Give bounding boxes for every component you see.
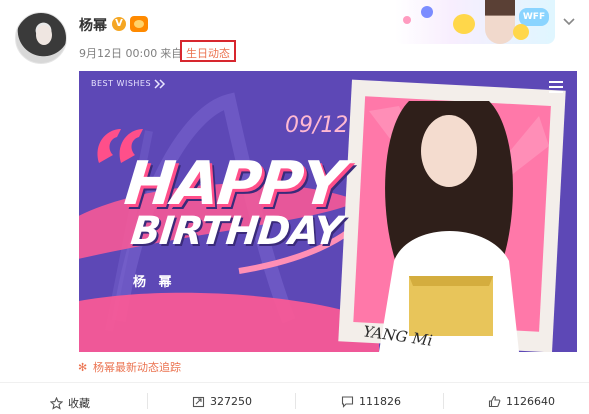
user-name[interactable]: 杨幂 xyxy=(79,15,107,35)
comment-button[interactable]: 111826 xyxy=(341,395,401,408)
decoration-badge: WFF xyxy=(519,8,549,26)
repost-icon xyxy=(192,395,205,408)
like-count: 1126640 xyxy=(506,395,555,408)
chevron-down-icon[interactable] xyxy=(562,14,576,28)
source-prefix: 来自 xyxy=(160,47,183,60)
flower-icon: ✻ xyxy=(78,361,88,374)
verified-badge-icon: V xyxy=(112,17,126,31)
thumbs-up-icon xyxy=(488,395,501,408)
related-topic-link[interactable]: ✻ 杨幂最新动态追踪 xyxy=(78,359,181,375)
source-link[interactable]: 生日动态 xyxy=(180,40,236,62)
card-decoration[interactable]: WFF xyxy=(395,0,555,44)
repost-count: 327250 xyxy=(210,395,252,408)
avatar[interactable] xyxy=(15,12,67,64)
comment-count: 111826 xyxy=(359,395,401,408)
vip-badge-icon xyxy=(130,16,148,32)
favorite-label: 收藏 xyxy=(68,397,90,410)
birthday-banner-image[interactable]: BEST WISHES 09/12 HAPPY BIRTHDAY 杨 幂 YAN… xyxy=(79,71,577,352)
banner-header-text: BEST WISHES xyxy=(91,79,152,88)
post-meta: 9月12日 00:00 来自 xyxy=(79,45,182,61)
divider xyxy=(0,382,589,383)
favorite-button[interactable]: 收藏 xyxy=(50,395,90,411)
banner-name: 杨 幂 xyxy=(133,275,176,290)
like-button[interactable]: 1126640 xyxy=(488,395,555,408)
star-icon xyxy=(50,396,63,410)
repost-button[interactable]: 327250 xyxy=(192,395,252,408)
comment-icon xyxy=(341,395,354,408)
banner-date: 09/12 xyxy=(285,113,349,138)
related-topic-label: 杨幂最新动态追踪 xyxy=(93,361,181,374)
banner-title-birthday: BIRTHDAY xyxy=(128,209,344,254)
post-time[interactable]: 9月12日 00:00 xyxy=(79,47,157,60)
